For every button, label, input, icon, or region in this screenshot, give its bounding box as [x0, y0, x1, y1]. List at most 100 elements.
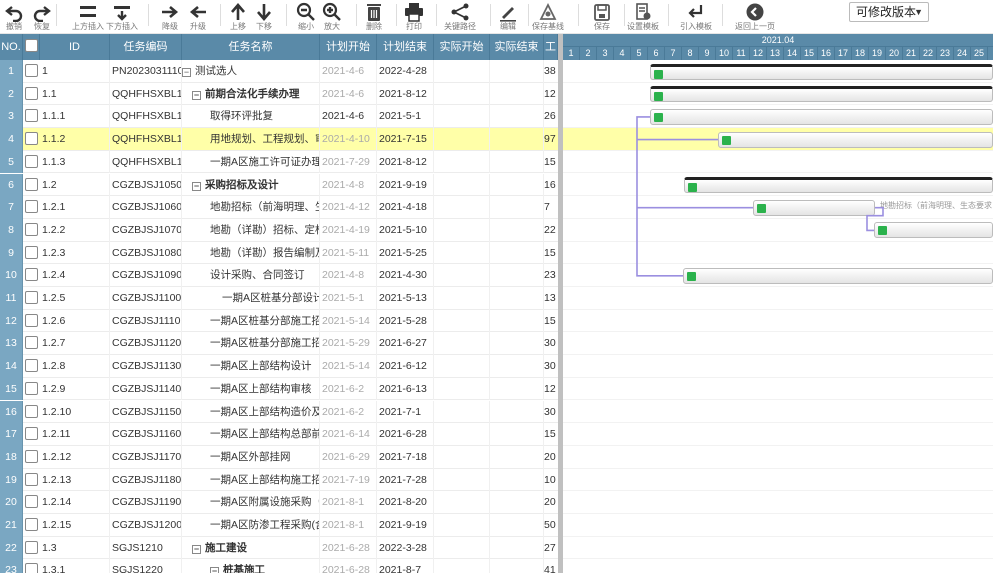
plan-end[interactable]: 2021-7-18 — [377, 445, 434, 469]
plan-end[interactable]: 2021-6-27 — [377, 332, 434, 356]
toolbar-button-insert-below[interactable]: 下方插入 — [106, 0, 138, 34]
toolbar-button-trash[interactable]: 删除 — [362, 0, 386, 34]
collapse-toggle-icon[interactable]: − — [182, 68, 191, 77]
task-row[interactable]: 5 1.1.3 QQHFHSXBL1(一期A区施工许可证办理 2021-7-29 202… — [0, 150, 558, 174]
actual-end[interactable] — [490, 468, 544, 492]
actual-start[interactable] — [434, 60, 490, 83]
actual-start[interactable] — [434, 173, 490, 197]
collapse-toggle-icon[interactable]: − — [192, 181, 201, 191]
actual-end[interactable] — [490, 355, 544, 378]
actual-end[interactable] — [490, 128, 544, 151]
task-name[interactable]: 用地规划、工程规划、审 — [182, 128, 320, 151]
actual-start[interactable] — [434, 128, 490, 151]
actual-end[interactable] — [490, 173, 544, 197]
actual-end[interactable] — [490, 536, 544, 560]
plan-end[interactable]: 2021-7-1 — [377, 400, 434, 424]
toolbar-button-edit[interactable]: 编辑 — [496, 0, 520, 34]
row-checkbox[interactable] — [23, 174, 39, 197]
task-row[interactable]: 21 1.2.15 CGZBJSJ1200 一期A区防渗工程采购(含 2021-8-1 2… — [0, 514, 558, 537]
plan-start[interactable]: 2021-4-19 — [320, 218, 377, 242]
actual-end[interactable] — [490, 150, 544, 174]
task-row[interactable]: 3 1.1.1 QQHFHSXBL1(取得环评批复 2021-4-6 2021-5-1 2… — [0, 105, 558, 129]
row-checkbox[interactable] — [23, 469, 39, 492]
actual-start[interactable] — [434, 287, 490, 310]
task-row[interactable]: 9 1.2.3 CGZBJSJ1080 地勘（详勘）报告编制及 2021-5-11 202… — [0, 241, 558, 265]
actual-end[interactable] — [490, 514, 544, 537]
task-name[interactable]: 一期A区防渗工程采购(含 — [182, 514, 320, 537]
plan-start[interactable]: 2021-5-14 — [320, 355, 377, 378]
header-col-actual-end[interactable]: 实际结束 — [490, 34, 544, 60]
plan-start[interactable]: 2021-8-1 — [320, 514, 377, 537]
task-name[interactable]: 一期A区桩基分部施工招 — [182, 309, 320, 333]
actual-end[interactable] — [490, 559, 544, 573]
task-row[interactable]: 8 1.2.2 CGZBJSJ1070 地勘（详勘）招标、定标 2021-4-19 202… — [0, 218, 558, 242]
task-row[interactable]: 10 1.2.4 CGZBJSJ1090 设计采购、合同签订 2021-4-8 2021-… — [0, 264, 558, 287]
task-name[interactable]: − 桩基施工 — [182, 559, 320, 573]
toolbar-button-insert-above[interactable]: 上方插入 — [72, 0, 104, 34]
row-checkbox[interactable] — [23, 355, 39, 378]
task-name[interactable]: 一期A区外部挂网 — [182, 445, 320, 469]
plan-end[interactable]: 2021-7-28 — [377, 468, 434, 492]
plan-start[interactable]: 2021-4-8 — [320, 173, 377, 197]
plan-end[interactable]: 2021-8-7 — [377, 559, 434, 573]
plan-end[interactable]: 2021-4-18 — [377, 196, 434, 219]
toolbar-button-import-template[interactable]: 引入模板 — [680, 0, 712, 34]
task-row[interactable]: 16 1.2.10 CGZBJSJ1150 一期A区上部结构造价及 2021-6-2 20… — [0, 400, 558, 424]
task-row[interactable]: 13 1.2.7 CGZBJSJ1120 一期A区桩基分部施工招 2021-5-29 20… — [0, 332, 558, 356]
task-name[interactable]: 一期A区上部结构审核 — [182, 377, 320, 401]
row-checkbox[interactable] — [23, 559, 39, 573]
plan-end[interactable]: 2021-5-13 — [377, 287, 434, 310]
actual-start[interactable] — [434, 468, 490, 492]
task-name[interactable]: 一期A区附属设施采购（ — [182, 491, 320, 514]
task-name[interactable]: 地勘（详勘）招标、定标 — [182, 218, 320, 242]
plan-end[interactable]: 2021-5-1 — [377, 105, 434, 129]
actual-start[interactable] — [434, 400, 490, 424]
task-name[interactable]: 一期A区上部结构施工招 — [182, 468, 320, 492]
header-col-duration[interactable]: 工 — [544, 34, 558, 60]
row-checkbox[interactable] — [23, 310, 39, 333]
actual-end[interactable] — [490, 196, 544, 219]
header-col-plan-start[interactable]: 计划开始 — [320, 34, 377, 60]
plan-start[interactable]: 2021-5-1 — [320, 287, 377, 310]
header-col-task-name[interactable]: 任务名称 — [182, 34, 320, 60]
task-row[interactable]: 4 1.1.2 QQHFHSXBL1(用地规划、工程规划、审 2021-4-10 202… — [0, 128, 558, 151]
plan-start[interactable]: 2021-6-2 — [320, 377, 377, 401]
actual-end[interactable] — [490, 105, 544, 129]
row-checkbox[interactable] — [23, 446, 39, 469]
task-name[interactable]: 取得环评批复 — [182, 105, 320, 129]
actual-start[interactable] — [434, 332, 490, 356]
actual-end[interactable] — [490, 423, 544, 446]
plan-start[interactable]: 2021-4-6 — [320, 105, 377, 129]
task-name[interactable]: 地勘（详勘）报告编制及 — [182, 241, 320, 265]
task-name[interactable]: 一期A区上部结构总部前 — [182, 423, 320, 446]
plan-end[interactable]: 2021-6-28 — [377, 423, 434, 446]
actual-end[interactable] — [490, 287, 544, 310]
task-row[interactable]: 15 1.2.9 CGZBJSJ1140 一期A区上部结构审核 2021-6-2 2021… — [0, 377, 558, 401]
toolbar-button-move-down[interactable]: 下移 — [252, 0, 276, 34]
task-name[interactable]: − 采购招标及设计 — [182, 173, 320, 197]
collapse-toggle-icon[interactable]: − — [192, 544, 201, 554]
version-select[interactable]: 可修改版本 ▼ — [849, 2, 929, 22]
actual-start[interactable] — [434, 196, 490, 219]
row-checkbox[interactable] — [23, 105, 39, 128]
collapse-toggle-icon[interactable]: − — [192, 90, 201, 100]
actual-start[interactable] — [434, 150, 490, 174]
actual-start[interactable] — [434, 82, 490, 106]
plan-start[interactable]: 2021-7-19 — [320, 468, 377, 492]
actual-end[interactable] — [490, 377, 544, 401]
actual-start[interactable] — [434, 445, 490, 469]
task-name[interactable]: 一期A区上部结构设计 — [182, 355, 320, 378]
task-row[interactable]: 22 1.3 SGJS1210− 施工建设 2021-6-28 2022-3-28 27 — [0, 536, 558, 560]
row-checkbox[interactable] — [23, 196, 39, 219]
plan-end[interactable]: 2021-9-19 — [377, 514, 434, 537]
actual-start[interactable] — [434, 491, 490, 514]
actual-start[interactable] — [434, 355, 490, 378]
row-checkbox[interactable] — [23, 128, 39, 151]
row-checkbox[interactable] — [23, 264, 39, 287]
row-checkbox[interactable] — [23, 537, 39, 560]
row-checkbox[interactable] — [23, 423, 39, 446]
toolbar-button-redo[interactable]: 恢复 — [30, 0, 54, 34]
task-row[interactable]: 17 1.2.11 CGZBJSJ1160 一期A区上部结构总部前 2021-6-14 2… — [0, 423, 558, 446]
actual-start[interactable] — [434, 218, 490, 242]
plan-start[interactable]: 2021-5-29 — [320, 332, 377, 356]
